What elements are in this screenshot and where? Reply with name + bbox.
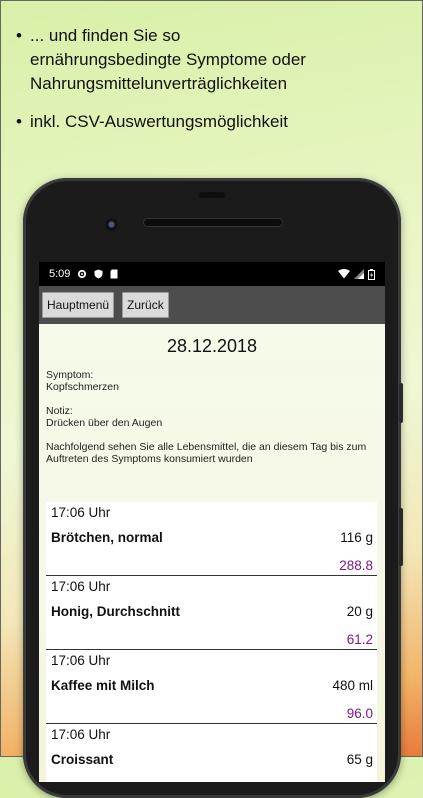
battery-icon (368, 268, 375, 280)
promo-bullet: • inkl. CSV-Auswertungsmöglichkeit (16, 110, 411, 134)
signal-icon (354, 269, 364, 279)
back-button[interactable]: Zurück (122, 292, 169, 318)
food-amount: 65 g (346, 752, 373, 767)
symptom-detail: 28.12.2018 Symptom: Kopfschmerzen Notiz:… (39, 324, 385, 782)
phone-sensor (199, 192, 225, 198)
status-bar: 5:09 (39, 262, 385, 286)
list-item[interactable]: 17:06 Uhr Brötchen, normal 116 g 288.8 (46, 502, 377, 576)
main-menu-button[interactable]: Hauptmenü (42, 292, 115, 318)
shield-icon (94, 269, 103, 279)
info-text: Nachfolgend sehen Sie alle Lebensmittel,… (46, 441, 367, 465)
sd-card-icon (110, 269, 118, 279)
list-item[interactable]: 17:06 Uhr Croissant 65 g (46, 724, 377, 782)
food-time: 17:06 Uhr (51, 653, 111, 668)
phone-volume-button (399, 508, 403, 566)
phone-screen: 5:09 Hauptmenü Zurück 28.12.2018 Symptom… (39, 262, 385, 782)
symptom-value: Kopfschmerzen (46, 381, 119, 393)
food-time: 17:06 Uhr (51, 505, 111, 520)
food-amount: 480 ml (332, 678, 373, 693)
promo-bullets: • ... und finden Sie so ernährungsbeding… (16, 24, 411, 148)
wifi-icon (338, 269, 350, 279)
status-time: 5:09 (49, 268, 71, 280)
food-name: Brötchen, normal (51, 530, 163, 545)
food-list[interactable]: 17:06 Uhr Brötchen, normal 116 g 288.8 1… (46, 502, 377, 782)
food-kcal: 288.8 (339, 558, 373, 573)
app-toolbar: Hauptmenü Zurück (39, 286, 385, 324)
food-kcal: 96.0 (346, 706, 373, 721)
food-time: 17:06 Uhr (51, 579, 111, 594)
promo-bullet: • ... und finden Sie so ernährungsbeding… (16, 24, 411, 96)
note-block: Notiz: Drücken über den Augen (39, 405, 385, 429)
note-value: Drücken über den Augen (46, 417, 163, 429)
entry-date: 28.12.2018 (166, 336, 258, 356)
bullet-dot: • (16, 26, 22, 45)
food-kcal: 61.2 (346, 632, 373, 647)
list-item[interactable]: 17:06 Uhr Honig, Durchschnitt 20 g 61.2 (46, 576, 377, 650)
food-name: Kaffee mit Milch (51, 678, 155, 693)
phone-earpiece (143, 218, 283, 227)
phone-mockup: 5:09 Hauptmenü Zurück 28.12.2018 Symptom… (23, 178, 403, 798)
list-item[interactable]: 17:06 Uhr Kaffee mit Milch 480 ml 96.0 (46, 650, 377, 724)
symptom-block: Symptom: Kopfschmerzen (39, 369, 385, 393)
note-label: Notiz: (46, 405, 73, 417)
symptom-label: Symptom: (46, 369, 94, 381)
food-name: Croissant (51, 752, 114, 767)
bullet-dot: • (16, 112, 22, 131)
promo-text-csv: inkl. CSV-Auswertungsmöglichkeit (30, 112, 288, 131)
food-amount: 20 g (346, 604, 373, 619)
food-amount: 116 g (340, 530, 373, 545)
promo-text-symptoms: ... und finden Sie so ernährungsbedingte… (30, 26, 306, 93)
food-time: 17:06 Uhr (51, 727, 111, 742)
gear-icon (78, 269, 87, 279)
front-camera-icon (105, 218, 118, 231)
phone-side-button (399, 383, 403, 423)
food-name: Honig, Durchschnitt (51, 604, 180, 619)
